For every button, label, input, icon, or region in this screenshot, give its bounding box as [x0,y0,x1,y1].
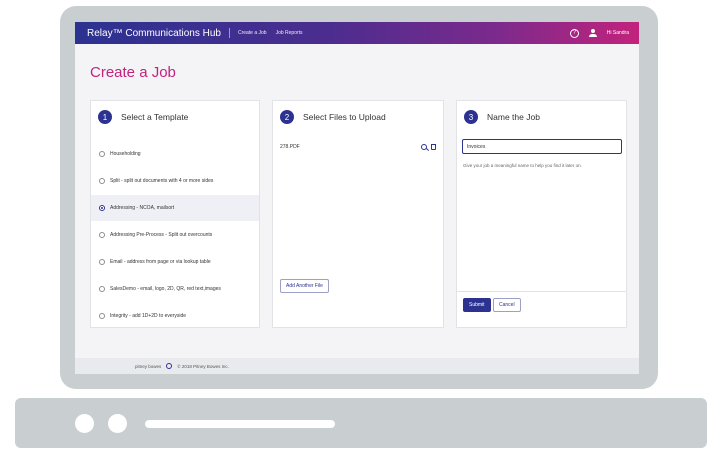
base-dot-1 [75,414,94,433]
select-template-panel: 1 Select a Template Householding Split -… [90,100,260,328]
job-name-hint: Give your job a meaningful name to help … [463,163,582,168]
delete-file-icon[interactable] [431,144,436,150]
file-row: 278.PDF [280,144,436,150]
footer-logo: pitney bowes [135,363,162,369]
cancel-button[interactable]: Cancel [493,298,521,312]
copyright-text: © 2018 Pitney Bowes Inc. [177,363,229,369]
template-label: Addressing Pre-Process - Split out overc… [110,232,213,238]
laptop-base [15,398,707,448]
step-number-2: 2 [280,110,294,124]
template-label: Addressing - NCOA, mailsort [110,205,175,211]
template-option-salesdemo[interactable]: SalesDemo - email, logo, 2D, QR, red tex… [91,276,259,302]
preview-file-icon[interactable] [421,144,427,150]
radio-button[interactable] [99,151,105,157]
step-title-3: Name the Job [487,112,540,122]
template-label: SalesDemo - email, logo, 2D, QR, red tex… [110,286,221,292]
template-option-addressing[interactable]: Addressing - NCOA, mailsort [91,195,259,221]
name-job-panel: 3 Name the Job Give your job a meaningfu… [456,100,627,328]
panel-divider [457,291,626,292]
step-header-2: 2 Select Files to Upload [280,110,386,124]
template-option-householding[interactable]: Householding [91,141,259,167]
step-title-2: Select Files to Upload [303,112,386,122]
file-name: 278.PDF [280,144,300,150]
file-actions [421,144,436,150]
template-label: Integrity - add 1D+2D to everyside [110,313,187,319]
upload-files-panel: 2 Select Files to Upload 278.PDF Add Ano… [272,100,444,328]
nav-separator [228,28,230,38]
user-icon[interactable] [588,29,597,37]
template-option-integrity[interactable]: Integrity - add 1D+2D to everyside [91,303,259,329]
radio-button[interactable] [99,259,105,265]
step-header-1: 1 Select a Template [98,110,188,124]
nav-create-job[interactable]: Create a Job [238,30,267,36]
user-name[interactable]: Hi Sandra [607,30,629,36]
add-another-file-button[interactable]: Add Another File [280,279,329,293]
radio-button[interactable] [99,313,105,319]
footer: pitney bowes © 2018 Pitney Bowes Inc. [75,358,639,374]
template-label: Householding [110,151,141,157]
step-header-3: 3 Name the Job [464,110,540,124]
template-option-email[interactable]: Email - address from page or via lookup … [91,249,259,275]
step-number-1: 1 [98,110,112,124]
top-right-tools: ? Hi Sandra [569,28,629,38]
step-title-1: Select a Template [121,112,189,122]
radio-button[interactable] [99,286,105,292]
top-nav: Relay™ Communications Hub Create a Job J… [75,22,639,44]
template-label: Email - address from page or via lookup … [110,259,211,265]
job-name-input[interactable] [462,139,622,154]
page-title: Create a Job [90,64,176,81]
template-label: Split - split out documents with 4 or mo… [110,178,214,184]
radio-button[interactable] [99,178,105,184]
template-option-addressing-preprocess[interactable]: Addressing Pre-Process - Split out overc… [91,222,259,248]
pitney-bowes-logo-icon [166,363,173,369]
nav-job-reports[interactable]: Job Reports [276,30,303,36]
submit-button[interactable]: Submit [463,298,491,312]
radio-button[interactable] [99,232,105,238]
help-icon[interactable]: ? [569,28,579,38]
base-bar [145,420,335,428]
step-number-3: 3 [464,110,478,124]
app-screen: Relay™ Communications Hub Create a Job J… [75,22,639,374]
template-option-split[interactable]: Split - split out documents with 4 or mo… [91,168,259,194]
base-dot-2 [108,414,127,433]
brand-title[interactable]: Relay™ Communications Hub [87,28,221,39]
radio-button-selected[interactable] [99,205,105,211]
